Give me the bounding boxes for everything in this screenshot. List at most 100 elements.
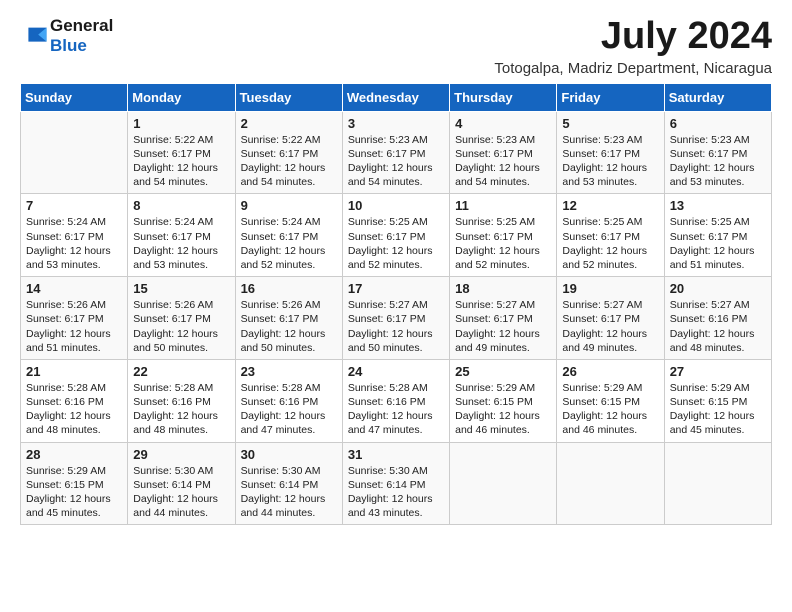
col-header-friday: Friday [557,83,664,111]
calendar-cell: 27 Sunrise: 5:29 AMSunset: 6:15 PMDayligh… [664,359,771,442]
day-number: 8 [133,198,229,213]
calendar-table: SundayMondayTuesdayWednesdayThursdayFrid… [20,83,772,525]
cell-info: Sunrise: 5:29 AMSunset: 6:15 PMDaylight:… [455,381,551,438]
cell-info: Sunrise: 5:26 AMSunset: 6:17 PMDaylight:… [133,298,229,355]
cell-info: Sunrise: 5:27 AMSunset: 6:17 PMDaylight:… [455,298,551,355]
cell-info: Sunrise: 5:29 AMSunset: 6:15 PMDaylight:… [26,464,122,521]
day-number: 11 [455,198,551,213]
calendar-cell: 12Sunrise: 5:25 AMSunset: 6:17 PMDayligh… [557,194,664,277]
calendar-cell: 4 Sunrise: 5:23 AMSunset: 6:17 PMDaylight… [450,111,557,194]
day-number: 5 [562,116,658,131]
calendar-cell: 22 Sunrise: 5:28 AMSunset: 6:16 PMDayligh… [128,359,235,442]
title-block: July 2024 Totogalpa, Madriz Department, … [494,16,772,77]
calendar-cell [557,442,664,525]
col-header-wednesday: Wednesday [342,83,449,111]
calendar-cell: 23Sunrise: 5:28 AMSunset: 6:16 PMDayligh… [235,359,342,442]
week-row-2: 7Sunrise: 5:24 AMSunset: 6:17 PMDaylight… [21,194,772,277]
cell-info: Sunrise: 5:29 AMSunset: 6:15 PMDaylight:… [670,381,766,438]
cell-info: Sunrise: 5:26 AMSunset: 6:17 PMDaylight:… [26,298,122,355]
cell-info: Sunrise: 5:23 AMSunset: 6:17 PMDaylight:… [455,133,551,190]
week-row-3: 14Sunrise: 5:26 AMSunset: 6:17 PMDayligh… [21,277,772,360]
col-header-tuesday: Tuesday [235,83,342,111]
day-number: 15 [133,281,229,296]
cell-info: Sunrise: 5:25 AMSunset: 6:17 PMDaylight:… [455,215,551,272]
calendar-cell: 19Sunrise: 5:27 AMSunset: 6:17 PMDayligh… [557,277,664,360]
day-number: 16 [241,281,337,296]
day-number: 1 [133,116,229,131]
cell-info: Sunrise: 5:27 AMSunset: 6:17 PMDaylight:… [348,298,444,355]
cell-info: Sunrise: 5:23 AMSunset: 6:17 PMDaylight:… [562,133,658,190]
cell-info: Sunrise: 5:23 AMSunset: 6:17 PMDaylight:… [348,133,444,190]
calendar-cell: 11 Sunrise: 5:25 AMSunset: 6:17 PMDayligh… [450,194,557,277]
calendar-cell: 6 Sunrise: 5:23 AMSunset: 6:17 PMDaylight… [664,111,771,194]
day-number: 20 [670,281,766,296]
day-number: 4 [455,116,551,131]
calendar-cell: 3 Sunrise: 5:23 AMSunset: 6:17 PMDaylight… [342,111,449,194]
day-number: 17 [348,281,444,296]
calendar-cell: 8 Sunrise: 5:24 AMSunset: 6:17 PMDaylight… [128,194,235,277]
calendar-cell: 24 Sunrise: 5:28 AMSunset: 6:16 PMDayligh… [342,359,449,442]
day-number: 24 [348,364,444,379]
calendar-cell: 28Sunrise: 5:29 AMSunset: 6:15 PMDayligh… [21,442,128,525]
calendar-cell: 21 Sunrise: 5:28 AMSunset: 6:16 PMDayligh… [21,359,128,442]
month-title: July 2024 [494,16,772,58]
calendar-cell: 1Sunrise: 5:22 AMSunset: 6:17 PMDaylight… [128,111,235,194]
logo-text: General Blue [50,16,113,55]
cell-info: Sunrise: 5:28 AMSunset: 6:16 PMDaylight:… [133,381,229,438]
cell-info: Sunrise: 5:26 AMSunset: 6:17 PMDaylight:… [241,298,337,355]
day-number: 23 [241,364,337,379]
day-number: 12 [562,198,658,213]
cell-info: Sunrise: 5:23 AMSunset: 6:17 PMDaylight:… [670,133,766,190]
cell-info: Sunrise: 5:24 AMSunset: 6:17 PMDaylight:… [241,215,337,272]
day-number: 30 [241,447,337,462]
col-header-saturday: Saturday [664,83,771,111]
calendar-cell: 2 Sunrise: 5:22 AMSunset: 6:17 PMDaylight… [235,111,342,194]
calendar-cell: 7Sunrise: 5:24 AMSunset: 6:17 PMDaylight… [21,194,128,277]
calendar-cell [21,111,128,194]
cell-info: Sunrise: 5:28 AMSunset: 6:16 PMDaylight:… [26,381,122,438]
col-header-sunday: Sunday [21,83,128,111]
cell-info: Sunrise: 5:22 AMSunset: 6:17 PMDaylight:… [241,133,337,190]
calendar-cell: 30 Sunrise: 5:30 AMSunset: 6:14 PMDayligh… [235,442,342,525]
cell-info: Sunrise: 5:29 AMSunset: 6:15 PMDaylight:… [562,381,658,438]
calendar-cell: 15 Sunrise: 5:26 AMSunset: 6:17 PMDayligh… [128,277,235,360]
calendar-cell: 17 Sunrise: 5:27 AMSunset: 6:17 PMDayligh… [342,277,449,360]
day-number: 19 [562,281,658,296]
day-number: 18 [455,281,551,296]
day-number: 22 [133,364,229,379]
cell-info: Sunrise: 5:28 AMSunset: 6:16 PMDaylight:… [348,381,444,438]
calendar-cell: 25 Sunrise: 5:29 AMSunset: 6:15 PMDayligh… [450,359,557,442]
day-number: 25 [455,364,551,379]
calendar-cell: 14Sunrise: 5:26 AMSunset: 6:17 PMDayligh… [21,277,128,360]
subtitle: Totogalpa, Madriz Department, Nicaragua [494,60,772,77]
week-row-4: 21 Sunrise: 5:28 AMSunset: 6:16 PMDayligh… [21,359,772,442]
day-number: 31 [348,447,444,462]
calendar-cell: 5 Sunrise: 5:23 AMSunset: 6:17 PMDaylight… [557,111,664,194]
calendar-cell: 13 Sunrise: 5:25 AMSunset: 6:17 PMDayligh… [664,194,771,277]
col-header-thursday: Thursday [450,83,557,111]
header: General Blue July 2024 Totogalpa, Madriz… [20,16,772,77]
day-number: 27 [670,364,766,379]
calendar-cell: 26Sunrise: 5:29 AMSunset: 6:15 PMDayligh… [557,359,664,442]
day-number: 13 [670,198,766,213]
day-number: 3 [348,116,444,131]
calendar-cell [664,442,771,525]
cell-info: Sunrise: 5:30 AMSunset: 6:14 PMDaylight:… [241,464,337,521]
page: General Blue July 2024 Totogalpa, Madriz… [0,0,792,541]
day-number: 2 [241,116,337,131]
cell-info: Sunrise: 5:24 AMSunset: 6:17 PMDaylight:… [133,215,229,272]
cell-info: Sunrise: 5:24 AMSunset: 6:17 PMDaylight:… [26,215,122,272]
day-number: 6 [670,116,766,131]
week-row-5: 28Sunrise: 5:29 AMSunset: 6:15 PMDayligh… [21,442,772,525]
calendar-cell [450,442,557,525]
cell-info: Sunrise: 5:30 AMSunset: 6:14 PMDaylight:… [133,464,229,521]
day-number: 10 [348,198,444,213]
cell-info: Sunrise: 5:25 AMSunset: 6:17 PMDaylight:… [670,215,766,272]
header-row: SundayMondayTuesdayWednesdayThursdayFrid… [21,83,772,111]
calendar-cell: 18 Sunrise: 5:27 AMSunset: 6:17 PMDayligh… [450,277,557,360]
calendar-cell: 31Sunrise: 5:30 AMSunset: 6:14 PMDayligh… [342,442,449,525]
calendar-cell: 16 Sunrise: 5:26 AMSunset: 6:17 PMDayligh… [235,277,342,360]
day-number: 29 [133,447,229,462]
calendar-cell: 9Sunrise: 5:24 AMSunset: 6:17 PMDaylight… [235,194,342,277]
day-number: 21 [26,364,122,379]
